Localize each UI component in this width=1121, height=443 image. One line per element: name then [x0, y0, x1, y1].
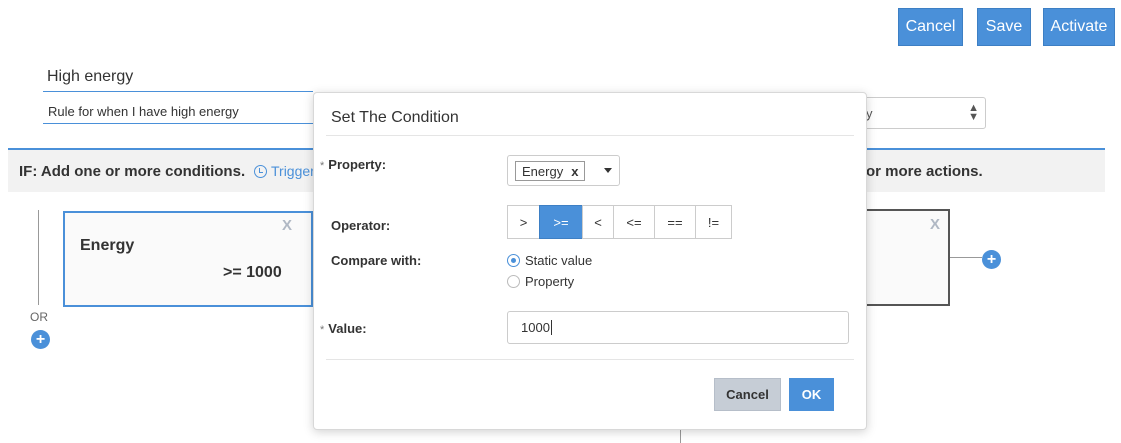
- operator-gt[interactable]: >: [507, 205, 540, 239]
- then-section-title: or more actions.: [866, 163, 983, 180]
- rule-name-input[interactable]: High energy: [47, 68, 133, 86]
- dialog-divider: [326, 135, 854, 136]
- or-label: OR: [30, 310, 48, 324]
- operator-gte[interactable]: >=: [539, 205, 583, 239]
- clock-icon: [254, 164, 267, 178]
- trigger-label: Trigger: [271, 163, 315, 179]
- or-connector-line: [38, 210, 39, 305]
- operator-label: Operator:: [331, 218, 391, 233]
- updown-icon: ▲ ▼: [968, 102, 979, 123]
- add-action-button[interactable]: +: [982, 250, 1001, 269]
- operator-neq[interactable]: !=: [695, 205, 732, 239]
- compare-static-option[interactable]: Static value: [507, 253, 592, 268]
- radio-selected-icon[interactable]: [507, 254, 520, 267]
- if-section-title: IF: Add one or more conditions.: [19, 163, 246, 180]
- value-label: * Value:: [320, 321, 367, 336]
- rule-select[interactable]: y ▲ ▼: [855, 97, 986, 129]
- property-chip[interactable]: Energy x: [515, 161, 586, 181]
- cancel-button[interactable]: Cancel: [898, 8, 963, 46]
- caret-down-icon[interactable]: [604, 168, 612, 173]
- operator-lt[interactable]: <: [582, 205, 614, 239]
- radio-icon[interactable]: [507, 275, 520, 288]
- plus-icon: +: [35, 330, 46, 348]
- add-or-condition-button[interactable]: +: [31, 330, 50, 349]
- compare-property-label: Property: [525, 274, 575, 289]
- operator-group: > >= < <= == !=: [507, 205, 732, 239]
- value-input[interactable]: 1000: [507, 311, 849, 344]
- dialog-cancel-button[interactable]: Cancel: [714, 378, 781, 411]
- property-select[interactable]: Energy x: [507, 155, 620, 186]
- dialog-ok-button[interactable]: OK: [789, 378, 834, 411]
- condition-card-title: Energy: [80, 237, 135, 254]
- set-condition-dialog: Set The Condition * Property: Energy x Op…: [313, 92, 867, 430]
- required-mark: *: [320, 160, 325, 172]
- operator-lte[interactable]: <=: [613, 205, 655, 239]
- rule-description-input[interactable]: Rule for when I have high energy: [48, 104, 239, 119]
- condition-card[interactable]: Energy >= 1000 X: [63, 211, 313, 307]
- dialog-footer-divider: [326, 359, 854, 360]
- close-icon[interactable]: X: [282, 217, 292, 234]
- save-button[interactable]: Save: [977, 8, 1031, 46]
- activate-button[interactable]: Activate: [1043, 8, 1115, 46]
- action-connector-line: [950, 257, 982, 258]
- dialog-title: Set The Condition: [331, 109, 459, 126]
- remove-property-icon[interactable]: x: [571, 164, 578, 179]
- property-label: * Property:: [320, 157, 387, 172]
- rule-name-underline: [43, 91, 313, 92]
- required-mark: *: [320, 324, 325, 336]
- value-input-text: 1000: [521, 320, 550, 335]
- property-chip-label: Energy: [522, 163, 564, 179]
- operator-eq[interactable]: ==: [654, 205, 696, 239]
- trigger-link[interactable]: Trigger: [254, 163, 315, 179]
- text-cursor: [550, 320, 552, 335]
- compare-static-label: Static value: [525, 253, 593, 268]
- rule-description-underline: [43, 123, 313, 124]
- condition-card-expression: >= 1000: [223, 264, 282, 281]
- compare-property-option[interactable]: Property: [507, 274, 574, 289]
- plus-icon: +: [986, 250, 997, 268]
- connector-line: [680, 430, 681, 443]
- close-icon[interactable]: X: [930, 216, 940, 233]
- compare-with-label: Compare with:: [331, 253, 422, 268]
